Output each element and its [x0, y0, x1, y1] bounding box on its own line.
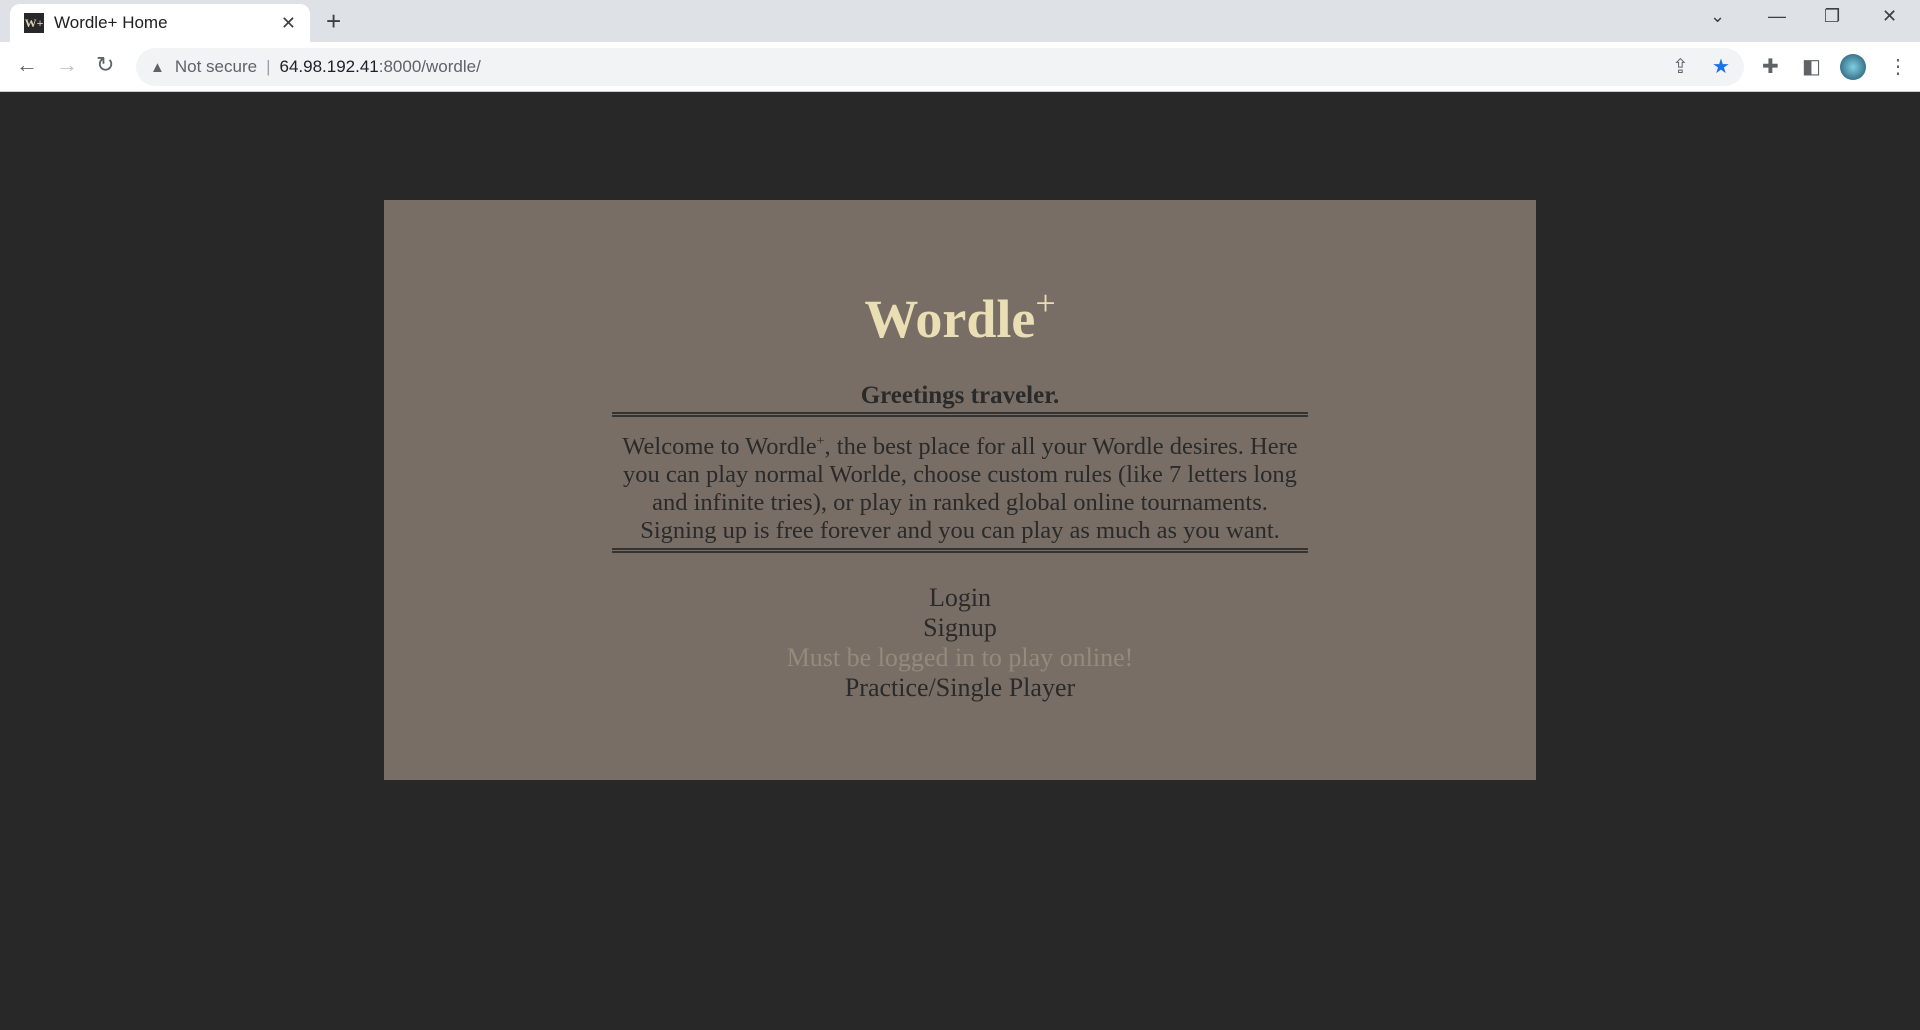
divider-top — [612, 412, 1308, 417]
address-bar[interactable]: ▲ Not secure | 64.98.192.41:8000/wordle/ — [136, 48, 1744, 86]
favicon: W+ — [24, 13, 44, 33]
greeting: Greetings traveler. — [860, 382, 1060, 409]
share-icon[interactable]: ⇪ — [1672, 54, 1689, 79]
intro-pre: Welcome to Wordle — [622, 433, 817, 461]
intro-plus: + — [816, 434, 825, 449]
close-window-icon[interactable]: ✕ — [1882, 6, 1897, 27]
intro-text: Welcome to Wordle+, the best place for a… — [612, 428, 1308, 545]
extensions-icon[interactable]: ✚ — [1762, 54, 1779, 79]
profile-avatar[interactable] — [1840, 54, 1866, 80]
forward-icon[interactable]: → — [56, 52, 78, 78]
side-panel-icon[interactable]: ◧ — [1802, 54, 1821, 79]
title-plus: + — [1035, 283, 1056, 323]
nav-links: Login Signup Must be logged in to play o… — [384, 583, 1536, 703]
divider-bottom — [612, 548, 1308, 553]
tab-wordle-home[interactable]: W+ Wordle+ Home ✕ — [10, 4, 310, 42]
url-path: :8000/wordle/ — [378, 57, 481, 76]
reload-icon[interactable]: ↻ — [96, 52, 114, 78]
tab-search-chevron-icon[interactable]: ⌄ — [1710, 6, 1725, 27]
tab-strip: W+ Wordle+ Home ✕ + ⌄ — ❐ ✕ — [0, 0, 1920, 42]
close-tab-icon[interactable]: ✕ — [281, 13, 296, 34]
page-title: Wordle+ — [384, 282, 1536, 350]
home-panel: Wordle+ Greetings traveler. Welcome to W… — [384, 200, 1536, 780]
tab-title: Wordle+ Home — [54, 13, 168, 32]
menu-icon[interactable]: ⋮ — [1888, 54, 1908, 79]
warning-icon[interactable]: ▲ — [150, 59, 165, 76]
play-online-disabled: Must be logged in to play online! — [786, 643, 1134, 672]
minimize-icon[interactable]: — — [1768, 6, 1786, 27]
bookmark-star-icon[interactable]: ★ — [1712, 54, 1730, 79]
restore-icon[interactable]: ❐ — [1824, 6, 1840, 27]
security-label[interactable]: Not secure — [175, 57, 257, 77]
divider: | — [266, 57, 271, 76]
title-text: Wordle — [864, 289, 1036, 349]
signup-link[interactable]: Signup — [384, 613, 1536, 643]
back-icon[interactable]: ← — [16, 52, 38, 78]
new-tab-icon[interactable]: + — [326, 6, 341, 37]
browser-toolbar: ← → ↻ ▲ Not secure | 64.98.192.41:8000/w… — [0, 42, 1920, 92]
url-host: 64.98.192.41 — [279, 57, 379, 76]
login-link[interactable]: Login — [384, 583, 1536, 613]
practice-link[interactable]: Practice/Single Player — [384, 673, 1536, 703]
